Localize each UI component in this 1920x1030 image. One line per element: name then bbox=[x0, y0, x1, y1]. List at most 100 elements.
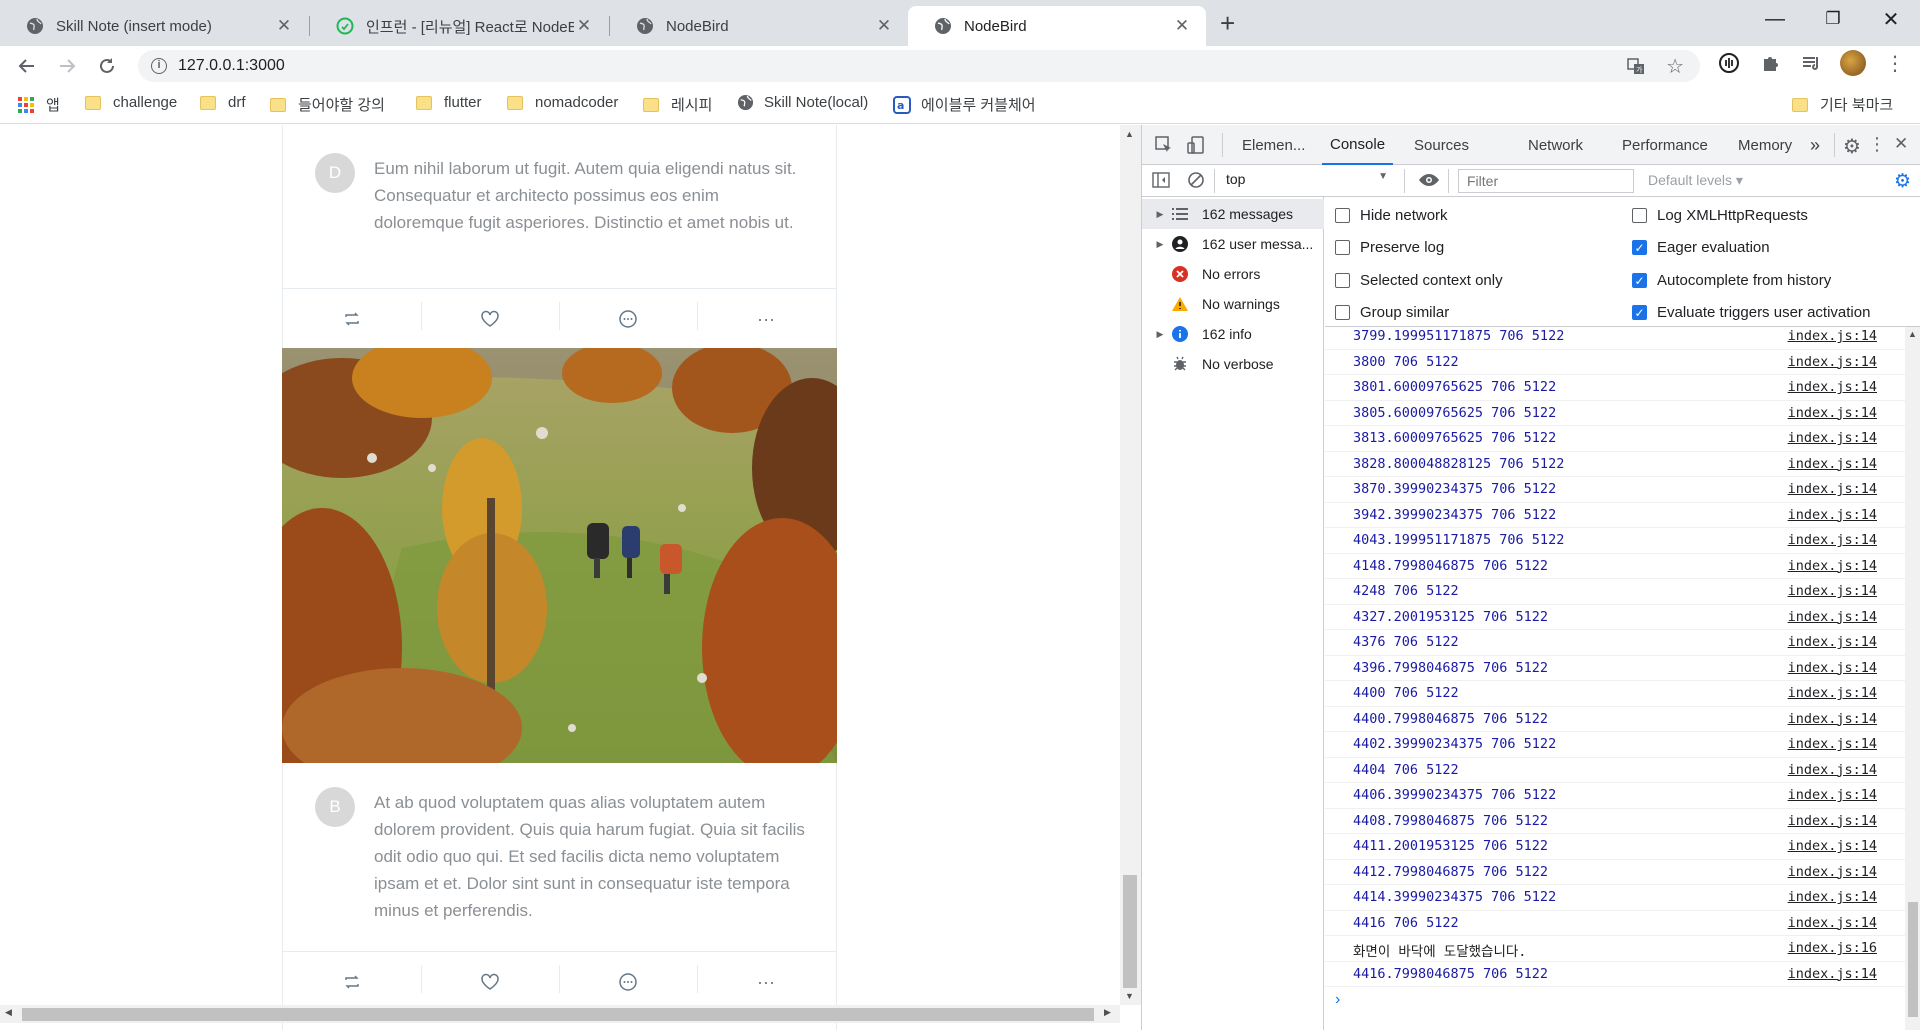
extensions-icon[interactable] bbox=[1760, 52, 1782, 74]
log-source-link[interactable]: index.js:14 bbox=[1788, 736, 1877, 752]
avatar[interactable]: B bbox=[315, 787, 355, 827]
close-tab-icon[interactable]: ✕ bbox=[574, 16, 594, 36]
reload-button[interactable] bbox=[93, 52, 121, 80]
maximize-button[interactable]: ❐ bbox=[1804, 0, 1862, 38]
log-source-link[interactable]: index.js:14 bbox=[1788, 660, 1877, 676]
log-source-link[interactable]: index.js:14 bbox=[1788, 405, 1877, 421]
log-source-link[interactable]: index.js:16 bbox=[1788, 940, 1877, 956]
retweet-button[interactable] bbox=[283, 289, 421, 349]
devtools-tab-elements[interactable]: Elemen... bbox=[1242, 125, 1305, 165]
sidebar-item-warnings[interactable]: No warnings bbox=[1142, 289, 1324, 319]
close-tab-icon[interactable]: ✕ bbox=[274, 16, 294, 36]
browser-tab[interactable]: 인프런 - [리뉴얼] React로 NodeBird ✕ bbox=[310, 6, 608, 46]
log-source-link[interactable]: index.js:14 bbox=[1788, 864, 1877, 880]
devtools-tab-network[interactable]: Network bbox=[1528, 125, 1583, 165]
setting-group-similar[interactable]: Group similar bbox=[1335, 304, 1449, 321]
expand-arrow-icon[interactable]: ▶ bbox=[1150, 239, 1170, 250]
context-selector[interactable]: top ▼ bbox=[1226, 171, 1394, 191]
sidebar-item-messages[interactable]: ▶ 162 messages bbox=[1142, 199, 1324, 229]
inspect-element-icon[interactable] bbox=[1154, 135, 1174, 160]
log-source-link[interactable]: index.js:14 bbox=[1788, 711, 1877, 727]
live-expression-eye-icon[interactable] bbox=[1418, 171, 1440, 194]
log-source-link[interactable]: index.js:14 bbox=[1788, 762, 1877, 778]
bookmark-ablue[interactable]: a 에이블루 커블체어 bbox=[893, 94, 1036, 115]
log-source-link[interactable]: index.js:14 bbox=[1788, 532, 1877, 548]
log-source-link[interactable]: index.js:14 bbox=[1788, 583, 1877, 599]
window-close-button[interactable]: ✕ bbox=[1862, 0, 1920, 38]
menu-kebab-icon[interactable]: ⋮ bbox=[1884, 52, 1906, 75]
page-horizontal-scrollbar[interactable]: ◀ ▶ bbox=[0, 1005, 1120, 1023]
scrollbar-thumb[interactable] bbox=[1908, 902, 1918, 1017]
close-devtools-icon[interactable]: ✕ bbox=[1894, 134, 1908, 154]
like-button[interactable] bbox=[421, 289, 559, 349]
console-scrollbar[interactable]: ▲ bbox=[1905, 327, 1920, 1030]
close-tab-icon[interactable]: ✕ bbox=[874, 16, 894, 36]
log-source-link[interactable]: index.js:14 bbox=[1788, 915, 1877, 931]
like-button[interactable] bbox=[421, 952, 559, 1012]
profile-avatar[interactable] bbox=[1840, 50, 1866, 76]
scroll-left-arrow-icon[interactable]: ◀ bbox=[5, 1007, 12, 1018]
checkbox-checked[interactable]: ✓ bbox=[1632, 305, 1647, 320]
bookmark-folder[interactable]: flutter bbox=[416, 94, 482, 111]
other-bookmarks[interactable]: 기타 북마크 bbox=[1792, 94, 1893, 115]
setting-eager-evaluation[interactable]: ✓ Eager evaluation bbox=[1632, 239, 1770, 256]
checkbox-checked[interactable]: ✓ bbox=[1632, 240, 1647, 255]
checkbox[interactable] bbox=[1335, 305, 1350, 320]
console-settings-gear-icon[interactable]: ⚙ bbox=[1894, 170, 1911, 193]
checkbox-checked[interactable]: ✓ bbox=[1632, 273, 1647, 288]
back-button[interactable] bbox=[13, 52, 41, 80]
forward-button[interactable] bbox=[53, 52, 81, 80]
log-source-link[interactable]: index.js:14 bbox=[1788, 507, 1877, 523]
new-tab-button[interactable]: + bbox=[1220, 8, 1235, 39]
close-tab-icon[interactable]: ✕ bbox=[1172, 16, 1192, 36]
log-source-link[interactable]: index.js:14 bbox=[1788, 813, 1877, 829]
console-prompt[interactable]: › bbox=[1335, 991, 1340, 1009]
log-source-link[interactable]: index.js:14 bbox=[1788, 481, 1877, 497]
log-source-link[interactable]: index.js:14 bbox=[1788, 558, 1877, 574]
log-source-link[interactable]: index.js:14 bbox=[1788, 328, 1877, 344]
bookmark-folder[interactable]: challenge bbox=[85, 94, 177, 111]
sidebar-toggle-icon[interactable] bbox=[1152, 172, 1170, 193]
bookmark-folder[interactable]: drf bbox=[200, 94, 246, 111]
sidebar-item-verbose[interactable]: No verbose bbox=[1142, 349, 1324, 379]
checkbox[interactable] bbox=[1335, 273, 1350, 288]
browser-tab-active[interactable]: NodeBird ✕ bbox=[908, 6, 1206, 46]
log-source-link[interactable]: index.js:14 bbox=[1788, 456, 1877, 472]
expand-arrow-icon[interactable]: ▶ bbox=[1150, 329, 1170, 340]
log-source-link[interactable]: index.js:14 bbox=[1788, 634, 1877, 650]
comment-button[interactable] bbox=[559, 289, 697, 349]
scroll-down-arrow-icon[interactable]: ▼ bbox=[1125, 991, 1134, 1001]
devtools-menu-kebab-icon[interactable]: ⋮ bbox=[1868, 134, 1886, 155]
bookmark-folder[interactable]: 들어야할 강의 bbox=[270, 94, 385, 115]
setting-selected-context[interactable]: Selected context only bbox=[1335, 272, 1503, 289]
scroll-up-arrow-icon[interactable]: ▲ bbox=[1125, 129, 1134, 139]
setting-evaluate-triggers[interactable]: ✓ Evaluate triggers user activation bbox=[1632, 304, 1870, 321]
more-tabs-icon[interactable]: » bbox=[1810, 125, 1820, 165]
page-vertical-scrollbar[interactable]: ▲ ▼ bbox=[1120, 125, 1141, 1005]
devtools-tab-memory[interactable]: Memory bbox=[1738, 125, 1792, 165]
devtools-tab-console[interactable]: Console bbox=[1322, 125, 1394, 165]
log-source-link[interactable]: index.js:14 bbox=[1788, 685, 1877, 701]
console-output[interactable]: ▲ 3799.199951171875 706 5122 index.js:14 3… bbox=[1325, 327, 1920, 1030]
post-image[interactable] bbox=[282, 348, 837, 763]
bookmark-star-icon[interactable]: ☆ bbox=[1666, 54, 1684, 79]
sidebar-item-errors[interactable]: No errors bbox=[1142, 259, 1324, 289]
settings-gear-icon[interactable]: ⚙ bbox=[1843, 134, 1861, 159]
setting-preserve-log[interactable]: Preserve log bbox=[1335, 239, 1444, 256]
console-filter-input[interactable] bbox=[1458, 169, 1634, 193]
translate-icon[interactable]: 가 bbox=[1626, 56, 1646, 81]
log-source-link[interactable]: index.js:14 bbox=[1788, 889, 1877, 905]
scrollbar-thumb[interactable] bbox=[22, 1008, 1094, 1021]
retweet-button[interactable] bbox=[283, 952, 421, 1012]
avatar[interactable]: D bbox=[315, 153, 355, 193]
site-info-icon[interactable]: i bbox=[151, 58, 167, 74]
clear-console-icon[interactable] bbox=[1187, 171, 1205, 194]
expand-arrow-icon[interactable]: ▶ bbox=[1150, 209, 1170, 220]
log-levels-dropdown[interactable]: Default levels ▾ bbox=[1648, 172, 1743, 189]
more-button[interactable]: ··· bbox=[697, 289, 835, 349]
more-button[interactable]: ··· bbox=[697, 952, 835, 1012]
log-source-link[interactable]: index.js:14 bbox=[1788, 609, 1877, 625]
bookmark-skill-note[interactable]: Skill Note(local) bbox=[737, 94, 868, 111]
checkbox[interactable] bbox=[1335, 240, 1350, 255]
setting-autocomplete-history[interactable]: ✓ Autocomplete from history bbox=[1632, 272, 1831, 289]
